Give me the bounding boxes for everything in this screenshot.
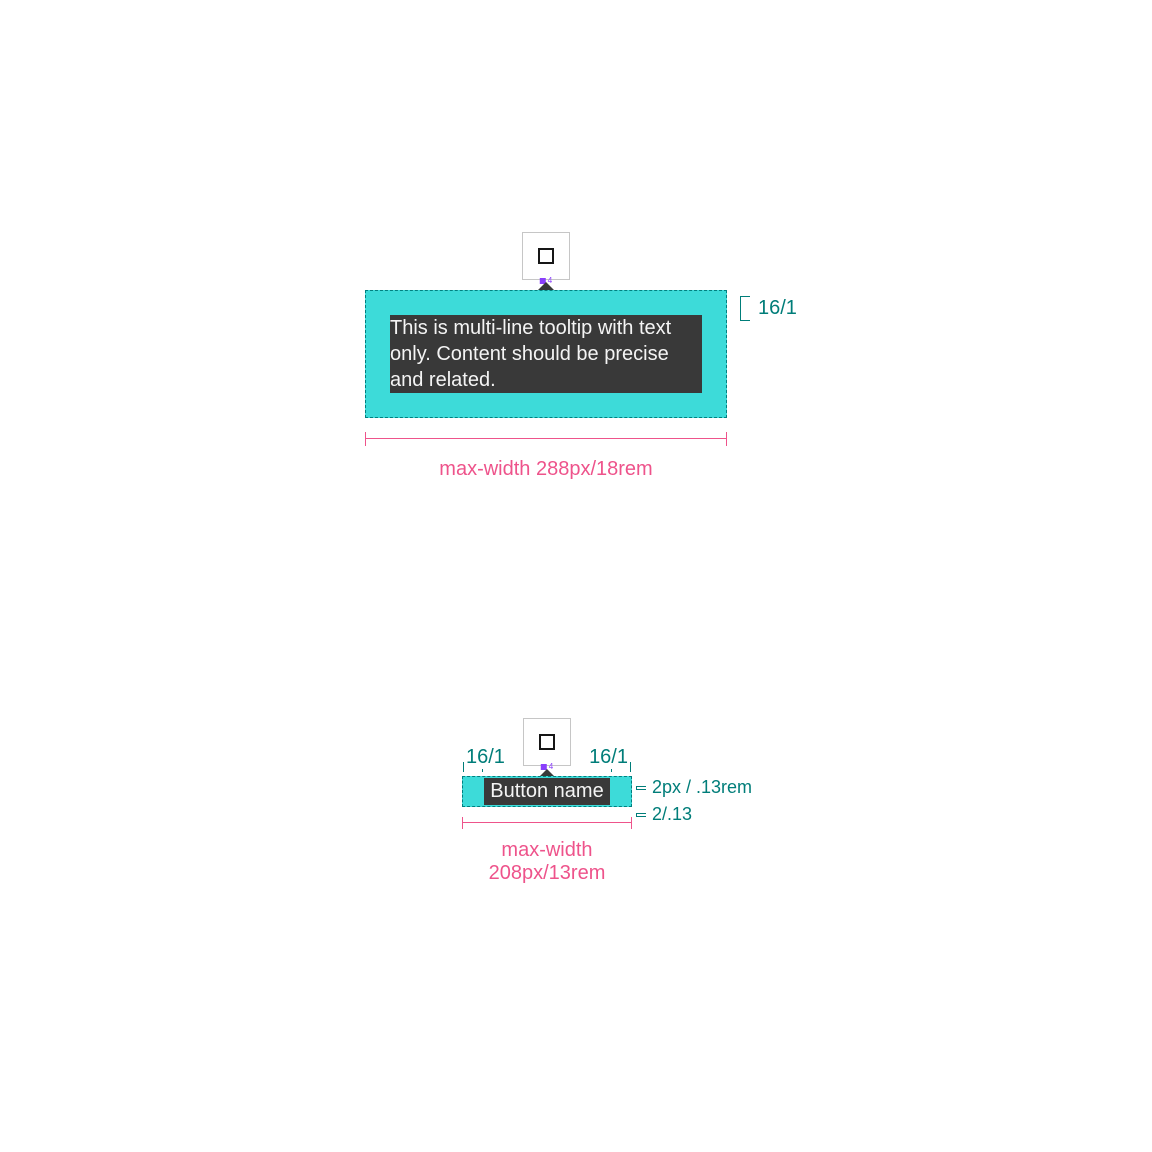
tooltip-caret-icon <box>538 282 554 290</box>
width-dimension-line <box>462 817 632 829</box>
bracket-icon <box>636 786 646 790</box>
tooltip-text: This is multi-line tooltip with text onl… <box>390 315 702 393</box>
vpadding-label-2: 2/.13 <box>652 801 692 828</box>
placeholder-square-icon <box>538 248 554 264</box>
tooltip-body: This is multi-line tooltip with text onl… <box>365 290 727 481</box>
bracket-icon <box>636 813 646 817</box>
width-dimension-line <box>365 432 727 446</box>
width-dimension-label: max-width 208px/13rem <box>462 839 632 885</box>
bracket-icon <box>611 762 631 772</box>
bracket-icon <box>463 762 483 772</box>
tooltip-trigger-button[interactable]: 4 <box>522 232 570 280</box>
tooltip-padding-area: This is multi-line tooltip with text onl… <box>365 290 727 418</box>
tooltip-trigger-button[interactable]: 4 <box>523 718 571 766</box>
tooltip-text: Button name <box>484 778 610 805</box>
vpadding-label-1: 2px / .13rem <box>652 774 752 801</box>
placeholder-square-icon <box>539 734 555 750</box>
padding-annotation-label: 16/1 <box>758 297 797 320</box>
tooltip-spec-large: 4 This is multi-line tooltip with text o… <box>365 232 727 481</box>
tooltip-body: 16/1 16/1 Button name max-width 208px/13… <box>462 776 632 885</box>
padding-annotation: 16/1 <box>740 296 797 321</box>
width-dimension-label: max-width 288px/18rem <box>365 458 727 481</box>
tooltip-padding-area: Button name <box>462 776 632 807</box>
tooltip-spec-small: 4 16/1 16/1 Button name max-width 208px/… <box>462 718 632 885</box>
tooltip-caret-icon <box>540 769 554 776</box>
bracket-icon <box>740 296 750 321</box>
vpadding-annotations: 2px / .13rem 2/.13 <box>636 774 752 828</box>
